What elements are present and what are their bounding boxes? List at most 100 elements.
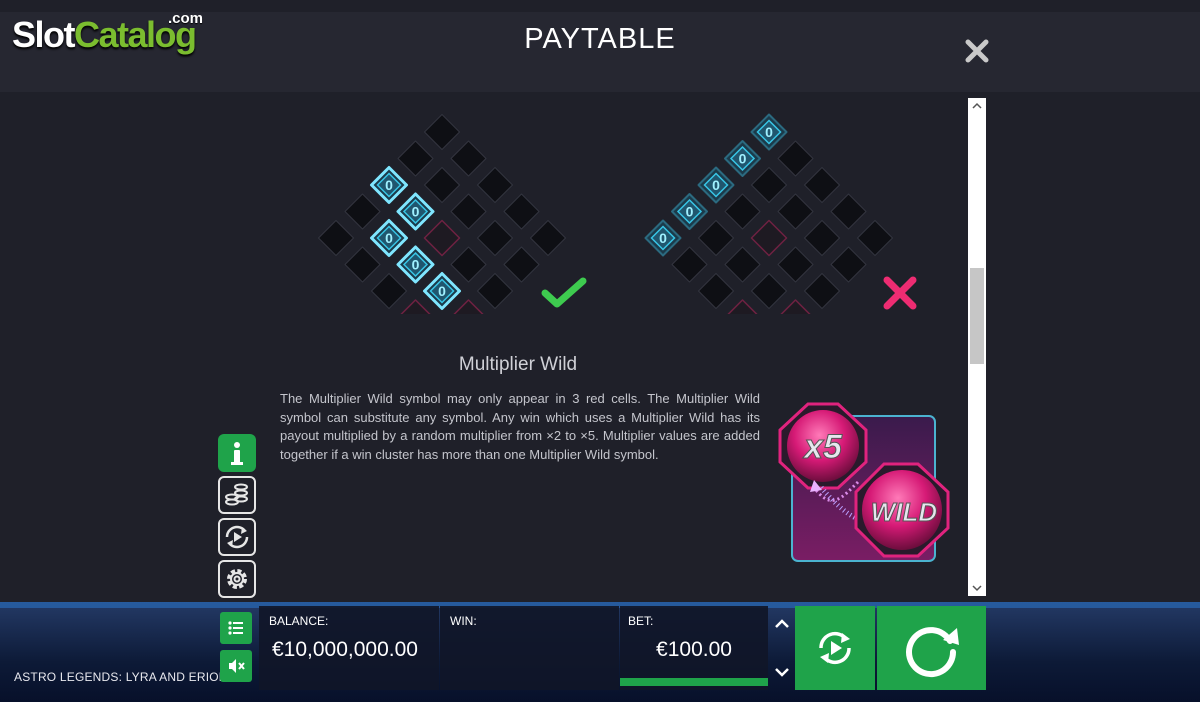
chevron-up-icon: [972, 102, 982, 109]
grid-cell: [371, 273, 407, 309]
symbol-cell: 0: [671, 193, 708, 230]
gear-icon: [227, 569, 247, 589]
spin-button[interactable]: [877, 606, 986, 690]
section-description: The Multiplier Wild symbol may only appe…: [280, 391, 760, 462]
red-cell: [727, 299, 758, 314]
grid-cell: [751, 273, 787, 309]
symbol-glyph: 0: [412, 204, 420, 220]
grid-cell: [344, 246, 381, 283]
info-button[interactable]: [218, 434, 256, 472]
sound-button[interactable]: [220, 650, 252, 682]
multiplier-label: x5: [802, 428, 843, 466]
paytable-button[interactable]: [218, 476, 256, 514]
multiplier-wild-illustration: x5 WILD: [778, 402, 950, 562]
grid-cell: [450, 193, 487, 230]
grid-cell: [503, 193, 540, 230]
grid-cell: [804, 273, 840, 309]
symbol-cell: 0: [724, 140, 761, 177]
symbol-glyph: 0: [765, 124, 773, 140]
check-icon: [541, 277, 587, 308]
scroll-down-button[interactable]: [968, 580, 986, 596]
chevron-down-icon: [972, 585, 982, 592]
symbol-glyph: 0: [385, 177, 393, 193]
autoplay-settings-button[interactable]: [218, 518, 256, 556]
grid-cell: [777, 246, 814, 283]
game-name: ASTRO LEGENDS: LYRA AND ERION: [14, 670, 228, 684]
grid-cell: [477, 273, 513, 309]
coins-stack-icon: [225, 483, 248, 506]
symbol-glyph: 0: [739, 151, 747, 167]
scrollbar[interactable]: [968, 98, 986, 596]
grid-cell: [830, 193, 867, 230]
red-cell: [780, 299, 811, 314]
grid-cell: [804, 220, 840, 256]
chevron-down-icon: [775, 668, 789, 677]
bet-value: €100.00: [656, 638, 732, 661]
grid-cell: [450, 140, 487, 177]
cross-icon: [883, 276, 917, 310]
grid-cell: [503, 246, 540, 283]
grid-cell: [830, 246, 867, 283]
grid-cell: [477, 220, 513, 256]
wild-label: WILD: [871, 497, 938, 527]
grid-cell: [698, 220, 734, 256]
grid-cell: [450, 246, 487, 283]
grid-cell: [724, 246, 761, 283]
bet-label: BET:: [628, 614, 654, 628]
symbol-glyph: 0: [438, 283, 446, 299]
symbol-cell: 0: [396, 192, 435, 231]
symbol-glyph: 0: [385, 230, 393, 246]
grid-cell: [751, 167, 787, 203]
info-icon: [231, 442, 243, 465]
balance-value: €10,000,000.00: [272, 638, 418, 661]
game-control-bar: ASTRO LEGENDS: LYRA AND ERION BALANCE: €…: [0, 602, 1200, 702]
win-label: WIN:: [450, 614, 477, 628]
list-icon: [228, 621, 243, 635]
close-icon: [965, 39, 989, 63]
grid-cell: [804, 167, 840, 203]
grid-cell: [698, 273, 734, 309]
page-title: PAYTABLE: [524, 23, 676, 55]
symbol-cell: 0: [644, 219, 682, 257]
symbol-cell: 0: [750, 113, 788, 151]
bet-increase-button[interactable]: [770, 608, 794, 640]
grid-cell: [424, 114, 460, 150]
autoplay-icon: [225, 525, 249, 549]
symbol-glyph: 0: [686, 204, 694, 220]
grid-cell: [671, 246, 708, 283]
autoplay-button[interactable]: [795, 606, 875, 690]
paytable-screen: SlotCatalog .com PAYTABLE 00000 00000 Mu…: [0, 0, 1200, 702]
chevron-up-icon: [775, 619, 789, 628]
win-panel: WIN:: [440, 606, 619, 690]
valid-cluster-diagram: 0 0 0 0 0: [318, 114, 566, 314]
spin-icon: [906, 627, 959, 678]
invalid-cluster-diagram: 0 0 0 0 0: [644, 113, 893, 314]
grid-cell: [318, 220, 354, 256]
symbol-cell: 0: [370, 219, 408, 257]
grid-cell: [530, 220, 566, 256]
red-cell: [453, 299, 484, 314]
symbol-cell: 0: [396, 245, 435, 284]
red-cell: [400, 299, 431, 314]
autoplay-icon: [819, 631, 851, 665]
grid-cell: [477, 167, 513, 203]
grid-cell: [724, 193, 761, 230]
settings-button[interactable]: [218, 560, 256, 598]
scroll-thumb[interactable]: [970, 268, 984, 364]
bet-indicator-bar: [620, 678, 768, 686]
balance-label: BALANCE:: [269, 614, 329, 628]
close-button[interactable]: [962, 36, 992, 66]
grid-cell: [777, 193, 814, 230]
grid-cell: [424, 167, 460, 203]
scroll-up-button[interactable]: [968, 98, 986, 114]
sound-muted-icon: [229, 659, 245, 673]
balance-panel: BALANCE: €10,000,000.00: [259, 606, 439, 690]
grid-cell: [857, 220, 893, 256]
grid-cell: [344, 193, 381, 230]
symbol-cell: 0: [423, 272, 461, 310]
menu-button[interactable]: [220, 612, 252, 644]
symbol-glyph: 0: [412, 257, 420, 273]
symbol-cell: 0: [697, 166, 735, 204]
grid-cell: [397, 140, 434, 177]
bet-decrease-button[interactable]: [770, 656, 794, 688]
